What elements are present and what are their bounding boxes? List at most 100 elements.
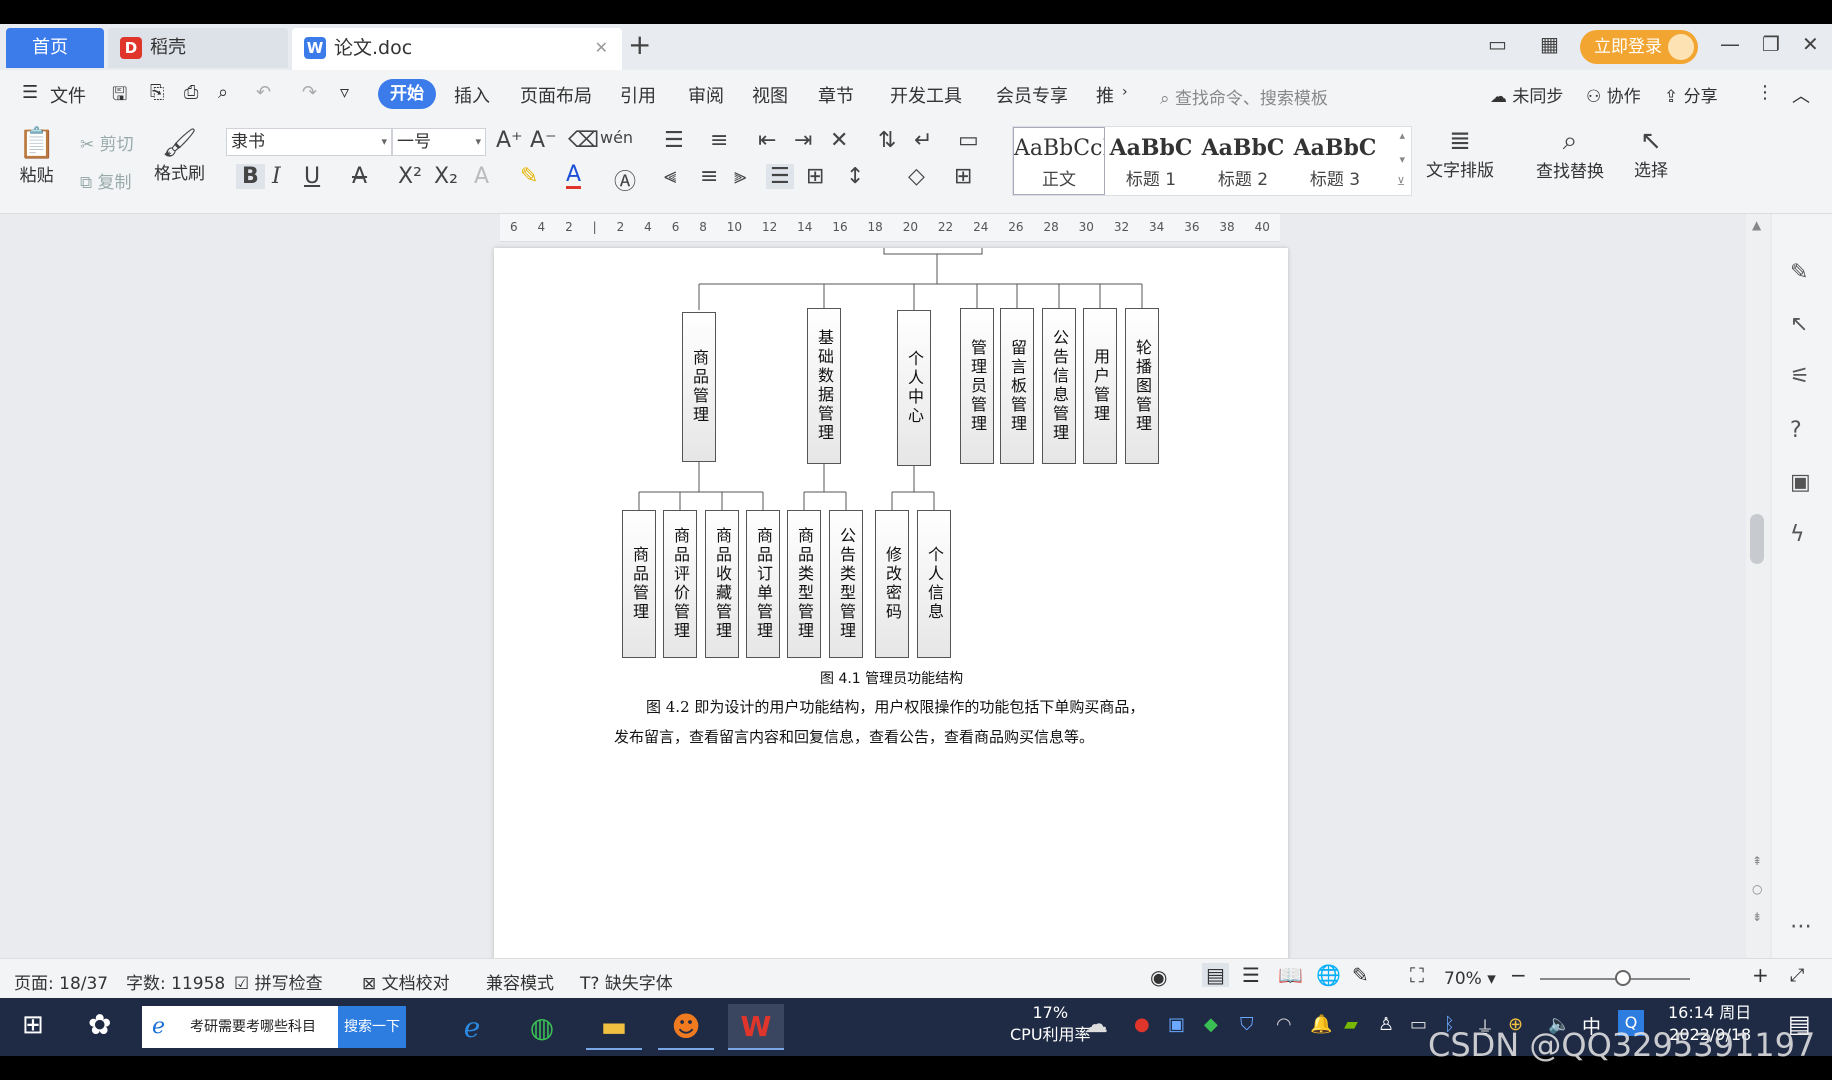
- layout-icon[interactable]: ▭: [1488, 32, 1507, 56]
- command-search[interactable]: ⌕ 查找命令、搜索模板: [1160, 84, 1328, 109]
- menu-file[interactable]: 文件: [50, 82, 86, 108]
- numbered-list-icon[interactable]: ≡: [710, 128, 728, 153]
- menu-view[interactable]: 视图: [752, 82, 788, 108]
- styles-expand-icon[interactable]: ⊻: [1397, 175, 1405, 188]
- lightning-icon[interactable]: ϟ: [1790, 522, 1805, 547]
- menu-scroll-right-icon[interactable]: ›: [1122, 84, 1128, 100]
- font-size-select[interactable]: 一号 ▾: [392, 128, 486, 156]
- cut-button[interactable]: ✂ 剪切: [80, 130, 134, 155]
- tab-daoke[interactable]: D 稻壳: [108, 28, 288, 68]
- spellcheck-button[interactable]: ☑ 拼写检查: [234, 969, 323, 994]
- menu-chapter[interactable]: 章节: [818, 82, 854, 108]
- fullscreen-icon[interactable]: ⤢: [1790, 965, 1804, 986]
- sort-icon[interactable]: ⇅: [878, 128, 896, 153]
- align-center-icon[interactable]: ≡: [700, 164, 718, 189]
- browser-360-icon[interactable]: ◍: [514, 1004, 570, 1050]
- adjust-icon[interactable]: ⚟: [1790, 364, 1810, 389]
- style-heading-2[interactable]: AaBbC 标题 2: [1197, 127, 1289, 195]
- undo-icon[interactable]: ↶: [256, 82, 271, 103]
- taskbar-search-button[interactable]: 搜索一下: [338, 1006, 406, 1048]
- font-name-select[interactable]: 隶书 ▾: [226, 128, 392, 156]
- borders-icon[interactable]: ⊞: [954, 164, 972, 189]
- highlight-icon[interactable]: ✎: [520, 164, 538, 189]
- zoom-out-icon[interactable]: −: [1510, 963, 1527, 987]
- zoom-in-icon[interactable]: +: [1752, 963, 1769, 987]
- windows-start-icon[interactable]: ⊞: [22, 1010, 44, 1040]
- tab-close-icon[interactable]: ✕: [595, 28, 608, 68]
- battery-icon[interactable]: ▭: [1410, 1014, 1427, 1035]
- grow-font-icon[interactable]: A⁺: [496, 128, 523, 153]
- print-icon[interactable]: ⎙: [184, 82, 198, 103]
- subscript-icon[interactable]: X₂: [434, 164, 458, 189]
- more-tools-icon[interactable]: ⋯: [1790, 914, 1812, 939]
- decrease-indent-icon[interactable]: ⇤: [758, 128, 776, 153]
- compat-mode[interactable]: 兼容模式: [486, 969, 554, 994]
- help-icon[interactable]: ?: [1790, 418, 1802, 443]
- underline-icon[interactable]: U: [304, 164, 320, 189]
- bold-icon[interactable]: B: [236, 164, 265, 189]
- zoom-slider[interactable]: [1540, 970, 1690, 986]
- scroll-up-icon[interactable]: ▲: [1752, 218, 1761, 232]
- horizontal-ruler[interactable]: 6 4 2 | 2 4 6 8 10 12 14 16 18 20 22 24 26 28 30 32 34 36 38 40: [500, 214, 1280, 242]
- word-count[interactable]: 字数: 11958: [126, 969, 225, 994]
- pen-icon[interactable]: ✎: [1790, 260, 1808, 285]
- web-view-icon[interactable]: 🌐: [1316, 963, 1341, 987]
- sync-status[interactable]: ☁ 未同步: [1490, 82, 1563, 107]
- chinese-layout-icon[interactable]: ✕: [830, 128, 848, 153]
- tray-security-icon[interactable]: ◆: [1204, 1014, 1218, 1035]
- share-button[interactable]: ⇪ 分享: [1664, 82, 1718, 107]
- zoom-select[interactable]: 70% ▾: [1444, 969, 1496, 989]
- quick-access-icon[interactable]: ▿: [340, 82, 349, 103]
- login-button[interactable]: 立即登录: [1580, 30, 1698, 64]
- table-borders-icon[interactable]: ▭: [958, 128, 979, 153]
- taskbar-search-box[interactable]: ℯ 考研需要考哪些科目: [142, 1006, 338, 1048]
- grid-apps-icon[interactable]: ▦: [1540, 32, 1559, 56]
- format-painter-button[interactable]: 🖌 格式刷: [154, 126, 205, 184]
- more-icon[interactable]: ⋮: [1756, 82, 1774, 103]
- eye-protection-icon[interactable]: ◉: [1150, 965, 1167, 989]
- bullet-list-icon[interactable]: ☰: [664, 128, 684, 153]
- new-tab-icon[interactable]: +: [628, 28, 651, 61]
- paste-button[interactable]: 📋 粘贴: [18, 126, 55, 186]
- wps-office-icon[interactable]: W: [728, 1004, 784, 1050]
- qq-penguin-icon[interactable]: ♙: [1378, 1014, 1394, 1035]
- distribute-icon[interactable]: ⊞: [806, 164, 824, 189]
- restore-icon[interactable]: ❐: [1762, 32, 1780, 56]
- fit-page-icon[interactable]: ⛶: [1410, 963, 1424, 987]
- phonetic-icon[interactable]: wén: [600, 128, 633, 147]
- style-normal[interactable]: AaBbCcI 正文: [1013, 127, 1105, 195]
- font-color-icon[interactable]: A: [566, 164, 582, 189]
- page-counter[interactable]: 页面: 18/37: [14, 969, 108, 994]
- show-marks-icon[interactable]: ↵: [914, 128, 932, 153]
- image-tools-icon[interactable]: ▣: [1790, 470, 1811, 495]
- text-effect-icon[interactable]: A: [474, 164, 489, 189]
- char-border-icon[interactable]: Ⓐ: [614, 164, 636, 196]
- doc-check-button[interactable]: ⊠ 文档校对: [362, 969, 450, 994]
- mascot-app-icon[interactable]: ☻: [658, 1004, 714, 1050]
- write-mode-icon[interactable]: ✎: [1352, 963, 1369, 987]
- menu-member[interactable]: 会员专享: [996, 82, 1068, 108]
- close-icon[interactable]: ✕: [1802, 32, 1819, 56]
- save-icon[interactable]: 🖫: [112, 82, 127, 112]
- clear-format-icon[interactable]: ⌫: [568, 128, 599, 153]
- reading-view-icon[interactable]: 📖: [1278, 963, 1303, 987]
- notification-bell-icon[interactable]: 🔔: [1310, 1014, 1332, 1035]
- align-left-icon[interactable]: ⫷: [664, 164, 676, 189]
- tab-home[interactable]: 首页: [6, 28, 104, 68]
- shield-icon[interactable]: ⛉: [1240, 1014, 1254, 1035]
- increase-indent-icon[interactable]: ⇥: [794, 128, 812, 153]
- tab-document[interactable]: W 论文.doc ✕: [292, 28, 622, 70]
- weather-cloud-icon[interactable]: ☁: [1084, 1010, 1108, 1038]
- wifi-icon[interactable]: ◠: [1276, 1014, 1292, 1035]
- justify-icon[interactable]: ☰: [766, 164, 794, 189]
- pinwheel-app-icon[interactable]: ✿: [88, 1008, 111, 1041]
- prev-page-icon[interactable]: ⇞: [1752, 854, 1762, 868]
- preview-icon[interactable]: ⌕: [218, 82, 228, 103]
- text-layout-button[interactable]: ≣ 文字排版: [1426, 126, 1494, 181]
- collaborate-button[interactable]: ⚇ 协作: [1586, 82, 1641, 107]
- tray-app-icon[interactable]: ●: [1134, 1014, 1150, 1035]
- shading-icon[interactable]: ◇: [908, 164, 925, 189]
- next-page-icon[interactable]: ⇟: [1752, 910, 1762, 924]
- styles-scroll-up-icon[interactable]: ▴: [1399, 129, 1405, 142]
- menu-references[interactable]: 引用: [620, 82, 656, 108]
